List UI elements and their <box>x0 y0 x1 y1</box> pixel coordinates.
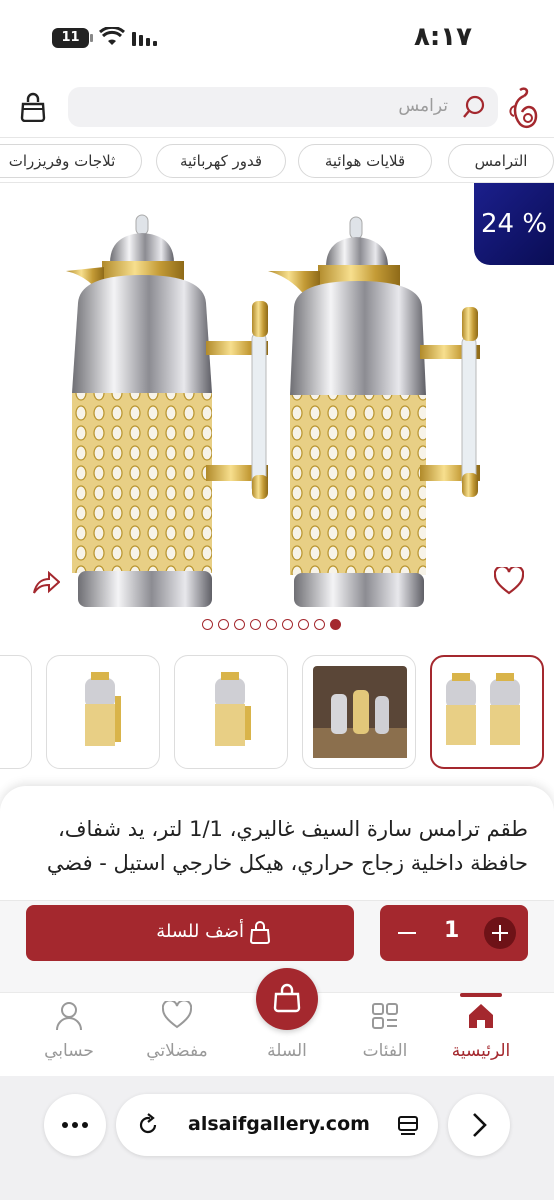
category-chips: الترامس قلايات هوائية قدور كهربائية ثلاج… <box>0 137 554 183</box>
add-to-cart-label: أضف للسلة <box>156 921 244 942</box>
address-bar[interactable]: alsaifgallery.com <box>116 1094 438 1156</box>
brand-logo-icon[interactable] <box>506 84 542 132</box>
carousel-dot[interactable] <box>234 619 245 630</box>
nav-home-label: الرئيسية <box>451 1041 511 1061</box>
carousel-dot[interactable] <box>218 619 229 630</box>
increase-quantity-button[interactable] <box>484 917 516 949</box>
carousel-dots <box>202 619 341 631</box>
cart-fab-button[interactable] <box>256 968 318 1030</box>
battery-icon: 11 <box>52 28 93 48</box>
thumbnail-image[interactable] <box>0 655 32 769</box>
carousel-dot[interactable] <box>202 619 213 630</box>
nav-account[interactable]: حسابي <box>24 997 114 1069</box>
thumbnail-image[interactable] <box>430 655 544 769</box>
quantity-value: 1 <box>444 918 460 943</box>
browser-toolbar: alsaifgallery.com <box>0 1076 554 1200</box>
more-options-button[interactable] <box>44 1094 106 1156</box>
thumbnail-image[interactable] <box>46 655 160 769</box>
clock: ٨:١٧ <box>413 22 472 52</box>
nav-favorites[interactable]: مفضلاتي <box>132 997 222 1069</box>
quantity-stepper: 1 <box>380 905 528 961</box>
app-header: ترامس <box>0 80 554 136</box>
carousel-dot[interactable] <box>314 619 325 630</box>
forward-button[interactable] <box>448 1094 510 1156</box>
category-chip-electric-pots[interactable]: قدور كهربائية <box>156 144 286 178</box>
add-to-cart-button[interactable]: أضف للسلة <box>26 905 354 961</box>
category-chip-thermos[interactable]: الترامس <box>448 144 554 178</box>
carousel-dot[interactable] <box>330 619 341 630</box>
search-bar[interactable]: ترامس <box>68 87 498 127</box>
nav-categories-label: الفئات <box>362 1041 408 1061</box>
grid-icon <box>372 1003 398 1029</box>
discount-badge: 24 % <box>474 183 554 265</box>
user-icon <box>56 1002 82 1031</box>
wifi-icon <box>99 27 125 45</box>
home-icon <box>469 1004 493 1028</box>
carousel-dot[interactable] <box>282 619 293 630</box>
search-icon <box>463 95 485 118</box>
shopping-bag-icon <box>273 983 301 1013</box>
nav-categories[interactable]: الفئات <box>340 997 430 1069</box>
category-chip-fridges[interactable]: ثلاجات وفريزرات <box>0 144 142 178</box>
shopping-bag-icon <box>250 921 270 944</box>
product-main-image <box>66 214 480 607</box>
share-icon[interactable] <box>32 571 60 595</box>
chevron-right-icon <box>473 1113 487 1137</box>
thumbnail-strip <box>0 655 554 770</box>
nav-home[interactable]: الرئيسية <box>436 997 526 1069</box>
nav-favorites-label: مفضلاتي <box>146 1041 208 1061</box>
carousel-dot[interactable] <box>298 619 309 630</box>
product-title: طقم ترامس سارة السيف غاليري، 1/1 لتر، يد… <box>46 817 528 875</box>
url-text: alsaifgallery.com <box>188 1113 370 1135</box>
nav-account-label: حسابي <box>44 1041 94 1061</box>
favorite-heart-icon[interactable] <box>494 567 524 595</box>
more-dots-icon <box>62 1122 88 1128</box>
nav-cart-label: السلة <box>267 1041 307 1061</box>
category-chip-air-fryers[interactable]: قلايات هوائية <box>298 144 432 178</box>
reload-icon[interactable] <box>136 1113 160 1137</box>
status-bar: 11 ٨:١٧ <box>0 0 554 74</box>
tabs-icon[interactable] <box>396 1114 420 1138</box>
product-page: 11 ٨:١٧ ترامس الترامس قلايات هوائية قدور… <box>0 0 554 1200</box>
carousel-dot[interactable] <box>266 619 277 630</box>
thumbnail-image[interactable] <box>174 655 288 769</box>
signal-icon <box>132 32 157 46</box>
thumbnail-image[interactable] <box>302 655 416 769</box>
carousel-dot[interactable] <box>250 619 261 630</box>
product-image-carousel[interactable]: 24 % <box>0 183 554 638</box>
cart-bag-icon[interactable] <box>20 92 46 122</box>
decrease-quantity-button[interactable] <box>398 932 416 934</box>
heart-icon <box>162 1001 192 1029</box>
search-placeholder: ترامس <box>398 96 448 116</box>
